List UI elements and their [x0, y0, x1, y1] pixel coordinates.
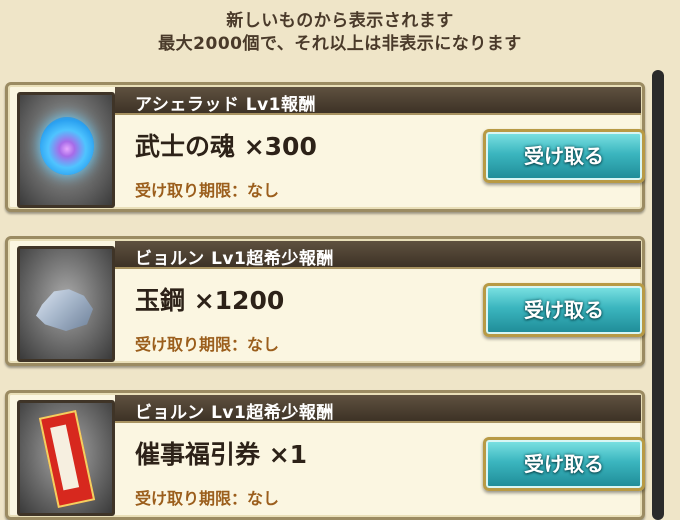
reward-card: アシェラッド Lv1報酬 武士の魂 ×300 受け取り期限：なし 受け取る — [5, 82, 645, 212]
item-name: 催事福引券 ×1 — [135, 440, 308, 469]
blue-soul-orb-icon — [40, 117, 94, 175]
item-thumbnail — [17, 400, 115, 516]
item-thumbnail — [17, 246, 115, 362]
reward-title: アシェラッド Lv1報酬 — [135, 95, 316, 115]
reward-title: ビョルン Lv1超希少報酬 — [135, 249, 334, 269]
reward-card: ビョルン Lv1超希少報酬 催事福引券 ×1 受け取り期限：なし 受け取る — [5, 390, 645, 520]
expiry-text: 受け取り期限：なし — [135, 335, 280, 354]
reward-card: ビョルン Lv1超希少報酬 玉鋼 ×1200 受け取り期限：なし 受け取る — [5, 236, 645, 366]
item-name: 武士の魂 ×300 — [135, 132, 317, 161]
claim-button[interactable]: 受け取る — [483, 283, 645, 337]
claim-button[interactable]: 受け取る — [483, 129, 645, 183]
reward-list[interactable]: アシェラッド Lv1報酬 武士の魂 ×300 受け取り期限：なし 受け取る ビョ… — [0, 0, 645, 520]
reward-title: ビョルン Lv1超希少報酬 — [135, 403, 334, 423]
expiry-text: 受け取り期限：なし — [135, 181, 280, 200]
scrollbar[interactable] — [652, 70, 664, 520]
claim-button[interactable]: 受け取る — [483, 437, 645, 491]
expiry-text: 受け取り期限：なし — [135, 489, 280, 508]
steel-ore-icon — [36, 289, 93, 331]
item-thumbnail — [17, 92, 115, 208]
lottery-ticket-icon — [38, 410, 96, 508]
item-name: 玉鋼 ×1200 — [135, 286, 285, 315]
